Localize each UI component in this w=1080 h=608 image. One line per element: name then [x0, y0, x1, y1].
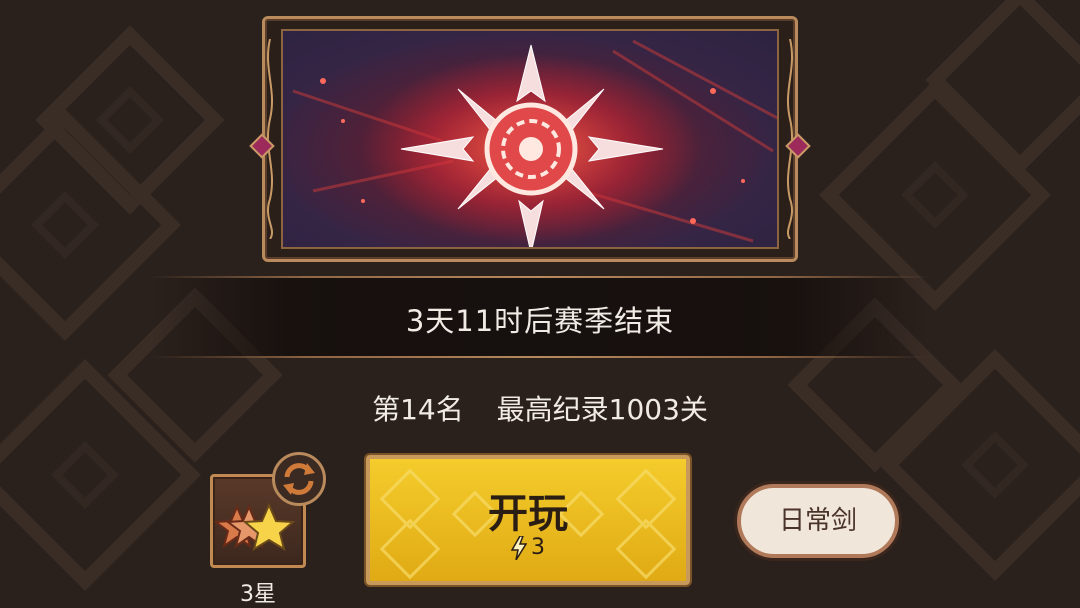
rank-info: 第14名 最高纪录1003关	[0, 388, 1080, 428]
refresh-icon	[283, 463, 315, 495]
play-button[interactable]: 开玩 3	[366, 455, 690, 585]
refresh-button[interactable]	[272, 452, 326, 506]
lightning-icon	[511, 536, 527, 560]
energy-cost-value: 3	[531, 535, 545, 560]
energy-cost: 3	[370, 535, 686, 560]
season-banner	[249, 16, 811, 262]
mode-stars-label: 3星	[240, 582, 276, 607]
rank-text: 第14名	[372, 393, 464, 426]
banner-artwork	[281, 29, 779, 249]
play-label: 开玩	[488, 491, 568, 537]
season-emblem-icon	[292, 39, 777, 247]
divider-bottom	[150, 356, 930, 358]
daily-sword-button[interactable]: 日常剑	[737, 484, 899, 558]
record-text: 最高纪录1003关	[496, 393, 708, 426]
season-countdown-text: 3天11时后赛季结束	[405, 304, 675, 338]
daily-sword-label: 日常剑	[778, 506, 857, 536]
